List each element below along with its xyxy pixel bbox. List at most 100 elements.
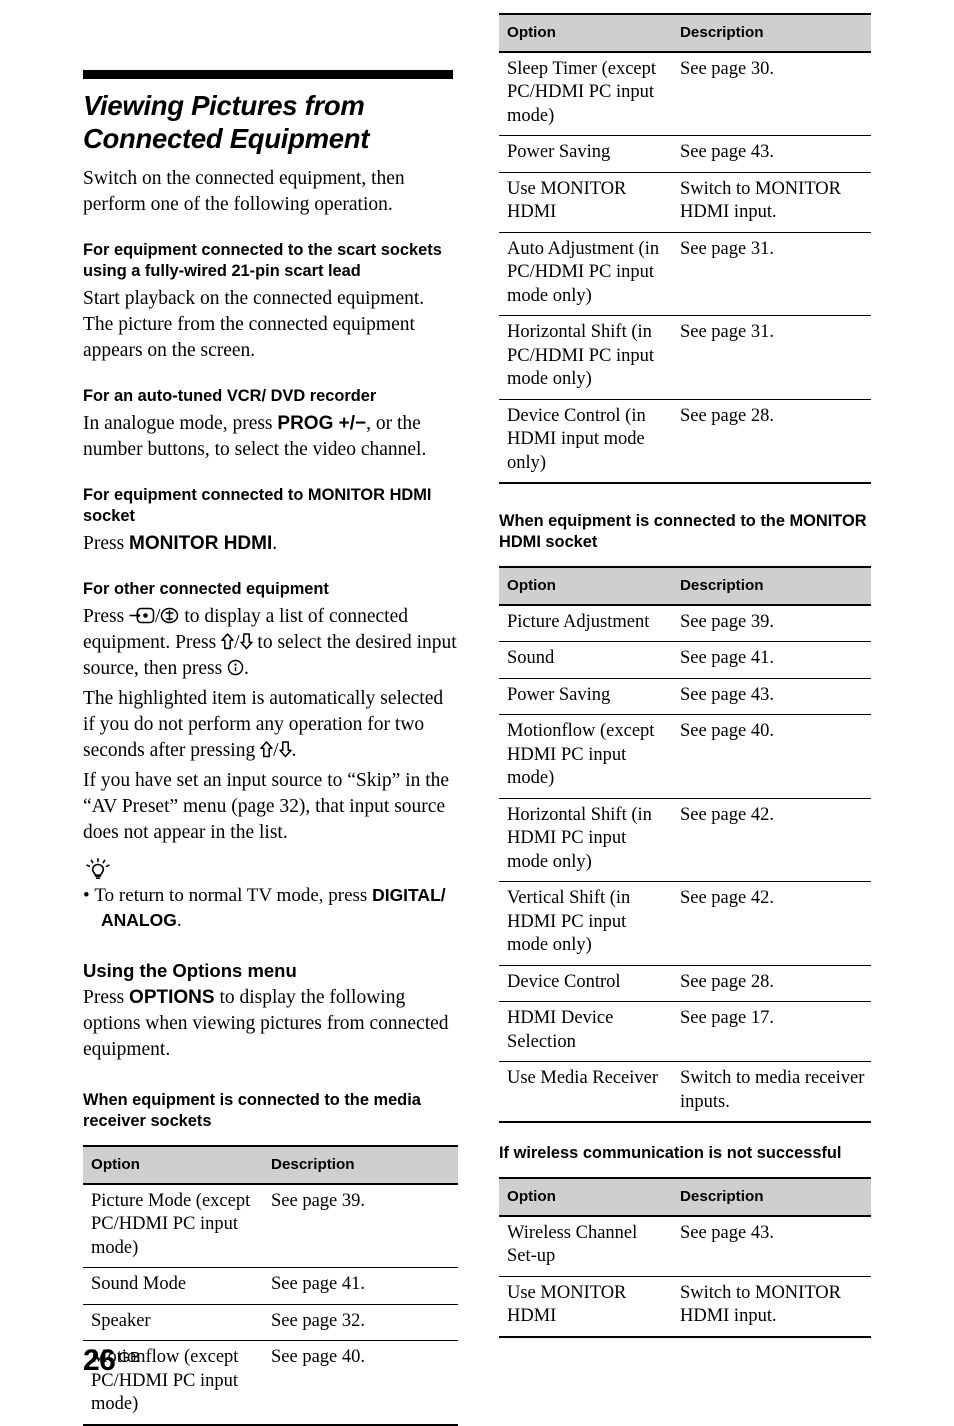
- table-header-description: Description: [671, 13, 871, 53]
- cell-description: See page 32.: [263, 1304, 458, 1341]
- cell-description: See page 41.: [263, 1267, 458, 1305]
- section-body-vcr: In analogue mode, press PROG +/−, or the…: [83, 411, 458, 463]
- table-row: Sound Mode See page 41.: [83, 1267, 458, 1305]
- section-heading-monitor-hdmi: For equipment connected to MONITOR HDMI …: [83, 486, 432, 525]
- page-number: 26: [83, 1344, 116, 1377]
- other-text-a: Press: [83, 606, 130, 627]
- section-body-other: Press / to display a list of connected e…: [83, 604, 458, 682]
- cell-option: Picture Mode (except PC/HDMI PC input mo…: [83, 1183, 263, 1268]
- key-digital-analog-1: DIGITAL/: [372, 885, 446, 905]
- lightbulb-tip-icon: [85, 858, 111, 882]
- table-row: Horizontal Shift (in HDMI PC input mode …: [499, 798, 871, 882]
- tip-text-b: .: [176, 910, 182, 931]
- key-monitor-hdmi: MONITOR HDMI: [129, 533, 273, 554]
- table-row: Use Media Receiver Switch to media recei…: [499, 1061, 871, 1123]
- key-prog: PROG +/−: [277, 413, 367, 434]
- page-footer: 26 GB: [83, 1344, 140, 1378]
- page-title: Viewing Pictures from Connected Equipmen…: [83, 90, 370, 154]
- cell-option: Sound Mode: [83, 1267, 263, 1305]
- cell-description: See page 40.: [263, 1340, 458, 1426]
- arrow-up-icon: [221, 633, 234, 650]
- options-table-monitor-hdmi: Option Description Picture Adjustment Se…: [499, 566, 871, 1123]
- cell-option: Speaker: [83, 1304, 263, 1341]
- cell-description: See page 30.: [671, 51, 871, 136]
- cell-option: Motionflow (except HDMI PC input mode): [499, 714, 672, 799]
- table-row: Sleep Timer (except PC/HDMI PC input mod…: [499, 51, 871, 136]
- arrow-down-icon: [239, 633, 253, 650]
- other2-text-b: .: [291, 740, 297, 761]
- cell-option: Auto Adjustment (in PC/HDMI PC input mod…: [499, 232, 672, 316]
- section-body-monitor-hdmi: Press MONITOR HDMI.: [83, 531, 458, 557]
- key-options: OPTIONS: [129, 987, 215, 1008]
- vcr-text-a: In analogue mode, press: [83, 413, 278, 434]
- cell-description: Switch to MONITOR HDMI input.: [671, 172, 871, 233]
- cell-description: See page 31.: [671, 315, 871, 400]
- section-heading-scart: For equipment connected to the scart soc…: [83, 241, 442, 280]
- cell-option: Horizontal Shift (in PC/HDMI PC input mo…: [499, 315, 672, 400]
- cell-option: HDMI Device Selection: [499, 1001, 672, 1062]
- options-text-a: Press: [83, 987, 130, 1008]
- right-column: Option Description Sleep Timer (except P…: [499, 0, 871, 1338]
- title-rule: [83, 70, 453, 79]
- cell-option: Use MONITOR HDMI: [499, 172, 672, 233]
- left-column: Viewing Pictures from Connected Equipmen…: [83, 0, 458, 1426]
- table-header-row: Option Description: [499, 13, 871, 53]
- table-row: Vertical Shift (in HDMI PC input mode on…: [499, 881, 871, 966]
- table-row: Auto Adjustment (in PC/HDMI PC input mod…: [499, 232, 871, 316]
- cell-description: See page 42.: [671, 798, 871, 882]
- table-header-description: Description: [671, 566, 871, 606]
- cell-description: See page 17.: [671, 1001, 871, 1062]
- section-heading-vcr: For an auto-tuned VCR/ DVD recorder: [83, 387, 377, 405]
- cell-description: See page 40.: [671, 714, 871, 799]
- cell-option: Horizontal Shift (in HDMI PC input mode …: [499, 798, 672, 882]
- tip-list: To return to normal TV mode, press DIGIT…: [83, 883, 458, 933]
- table-heading-media-receiver: When equipment is connected to the media…: [83, 1091, 421, 1130]
- cell-description: Switch to MONITOR HDMI input.: [671, 1276, 871, 1338]
- table-header-option: Option: [499, 1177, 672, 1217]
- antenna-input-icon: [160, 607, 179, 624]
- cell-option: Sound: [499, 641, 672, 679]
- cell-description: See page 39.: [263, 1183, 458, 1268]
- table-row: Sound See page 41.: [499, 641, 871, 679]
- section-heading-other: For other connected equipment: [83, 580, 329, 598]
- table-row: Horizontal Shift (in PC/HDMI PC input mo…: [499, 315, 871, 400]
- table-header-option: Option: [499, 13, 672, 53]
- table-row: Device Control See page 28.: [499, 965, 871, 1002]
- table-row: Use MONITOR HDMI Switch to MONITOR HDMI …: [499, 172, 871, 233]
- cell-option: Device Control (in HDMI input mode only): [499, 399, 672, 484]
- table-row: Power Saving See page 43.: [499, 678, 871, 715]
- table-row: Picture Mode (except PC/HDMI PC input mo…: [83, 1183, 458, 1268]
- table-row: Picture Adjustment See page 39.: [499, 604, 871, 642]
- options-menu-heading: Using the Options menu: [83, 960, 297, 981]
- cell-option: Vertical Shift (in HDMI PC input mode on…: [499, 881, 672, 966]
- other-text-d: .: [244, 658, 249, 679]
- table-header-description: Description: [671, 1177, 871, 1217]
- cell-option: Wireless Channel Set-up: [499, 1215, 672, 1277]
- monitor-text-b: .: [272, 533, 278, 554]
- cell-description: See page 43.: [671, 1215, 871, 1277]
- cell-option: Sleep Timer (except PC/HDMI PC input mod…: [499, 51, 672, 136]
- table-heading-wireless: If wireless communication is not success…: [499, 1144, 842, 1162]
- section-body-other-3: If you have set an input source to “Skip…: [83, 770, 450, 843]
- table-row: Wireless Channel Set-up See page 43.: [499, 1215, 871, 1277]
- table-row: Power Saving See page 43.: [499, 135, 871, 173]
- cell-description: See page 31.: [671, 232, 871, 316]
- section-body-scart: Start playback on the connected equipmen…: [83, 288, 425, 361]
- options-table-media-receiver: Option Description Picture Mode (except …: [83, 1145, 458, 1426]
- cell-description: See page 43.: [671, 135, 871, 173]
- arrow-down-icon-2: [278, 741, 292, 758]
- monitor-text-a: Press: [83, 533, 130, 554]
- tip-item: To return to normal TV mode, press DIGIT…: [83, 883, 458, 933]
- cell-description: See page 43.: [671, 678, 871, 715]
- cell-option: Power Saving: [499, 678, 672, 715]
- enter-confirm-icon: [227, 659, 244, 676]
- cell-description: See page 41.: [671, 641, 871, 679]
- options-table-media-receiver-continued: Option Description Sleep Timer (except P…: [499, 13, 871, 484]
- table-header-row: Option Description: [83, 1145, 458, 1185]
- table-header-row: Option Description: [499, 566, 871, 606]
- intro-paragraph: Switch on the connected equipment, then …: [83, 168, 405, 215]
- input-select-icon: [129, 607, 155, 624]
- cell-description: See page 28.: [671, 399, 871, 484]
- table-header-row: Option Description: [499, 1177, 871, 1217]
- cell-description: See page 39.: [671, 604, 871, 642]
